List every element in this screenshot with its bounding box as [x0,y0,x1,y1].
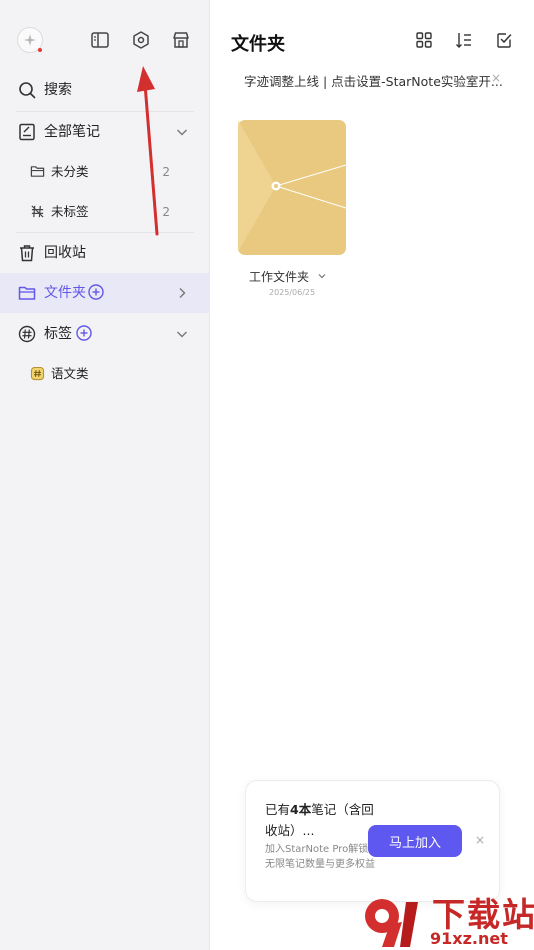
untagged-hash-icon [31,205,44,218]
notice-banner-text[interactable]: 字迹调整上线 | 点击设置-StarNote实验室开... [244,71,503,90]
sidebar-item-trash[interactable]: 回收站 [0,233,210,273]
sidebar-item-label: 搜索 [44,82,72,98]
annotation-arrow-icon [137,66,159,236]
sparkle-icon [24,34,36,46]
folder-outline-icon [30,166,45,177]
sidebar-item-label: 文件夹 [44,285,86,301]
add-folder-icon[interactable] [88,284,104,300]
folder-card[interactable] [238,120,347,255]
watermark-url: 91xz.net [430,929,508,948]
add-tag-icon[interactable] [76,325,92,341]
folder-date: 2025/06/25 [269,288,316,297]
tag-badge-icon [30,366,45,381]
store-icon[interactable] [171,30,191,50]
sidebar-item-uncategorized[interactable]: 未分类 2 [0,152,210,192]
upgrade-promo-card: 已有4本笔记（含回收站）... 加入StarNote Pro解锁无限笔记数量与更… [245,780,500,902]
chevron-down-icon[interactable] [317,271,327,281]
sidebar-item-label: 回收站 [44,245,86,261]
sidebar-item-tag[interactable]: 语文类 [0,354,210,394]
sidebar-item-label: 未分类 [51,164,89,179]
watermark-logo-icon [365,899,418,947]
grid-view-icon[interactable] [415,31,433,49]
settings-hexagon-icon[interactable] [131,30,151,50]
notification-dot [38,48,42,52]
chevron-down-icon[interactable] [176,126,188,138]
sidebar-toggle-icon[interactable] [90,30,110,50]
promo-description: 加入StarNote Pro解锁无限笔记数量与更多权益 [265,844,375,870]
sidebar-item-folders[interactable]: 文件夹 [0,273,210,313]
page-title: 文件夹 [231,34,285,55]
select-checkbox-icon[interactable] [495,31,513,49]
promo-title: 已有4本笔记（含回收站）... [265,802,374,838]
sort-icon[interactable] [455,31,473,49]
promo-close-icon[interactable]: × [475,833,485,847]
folder-name[interactable]: 工作文件夹 [249,268,327,285]
join-now-button[interactable]: 马上加入 [368,825,462,857]
folder-icon [18,286,36,300]
sidebar-item-untagged[interactable]: 未标签 2 [0,192,210,232]
sidebar-item-tags[interactable]: 标签 [0,314,210,354]
sidebar-item-label: 全部笔记 [44,124,100,140]
sidebar-item-label: 未标签 [51,204,89,219]
trash-icon [20,245,34,262]
watermark: 下载站 91xz.net [360,888,534,950]
chevron-down-icon[interactable] [176,328,188,340]
sidebar-item-all-notes[interactable]: 全部笔记 [0,112,210,152]
hash-tag-icon [18,325,36,343]
notebook-icon [19,123,35,141]
chevron-right-icon[interactable] [176,287,188,299]
folder-cover-icon [238,120,347,255]
sidebar-item-label: 语文类 [51,366,89,381]
sidebar-item-label: 标签 [44,326,72,342]
sidebar-item-search[interactable]: 搜索 [0,70,210,110]
search-icon [19,82,36,99]
sidebar: 搜索 全部笔记 未分类 2 未标签 2 回收站 文件夹 标签 语文类 [0,0,210,950]
notice-close-icon[interactable]: × [491,71,501,85]
